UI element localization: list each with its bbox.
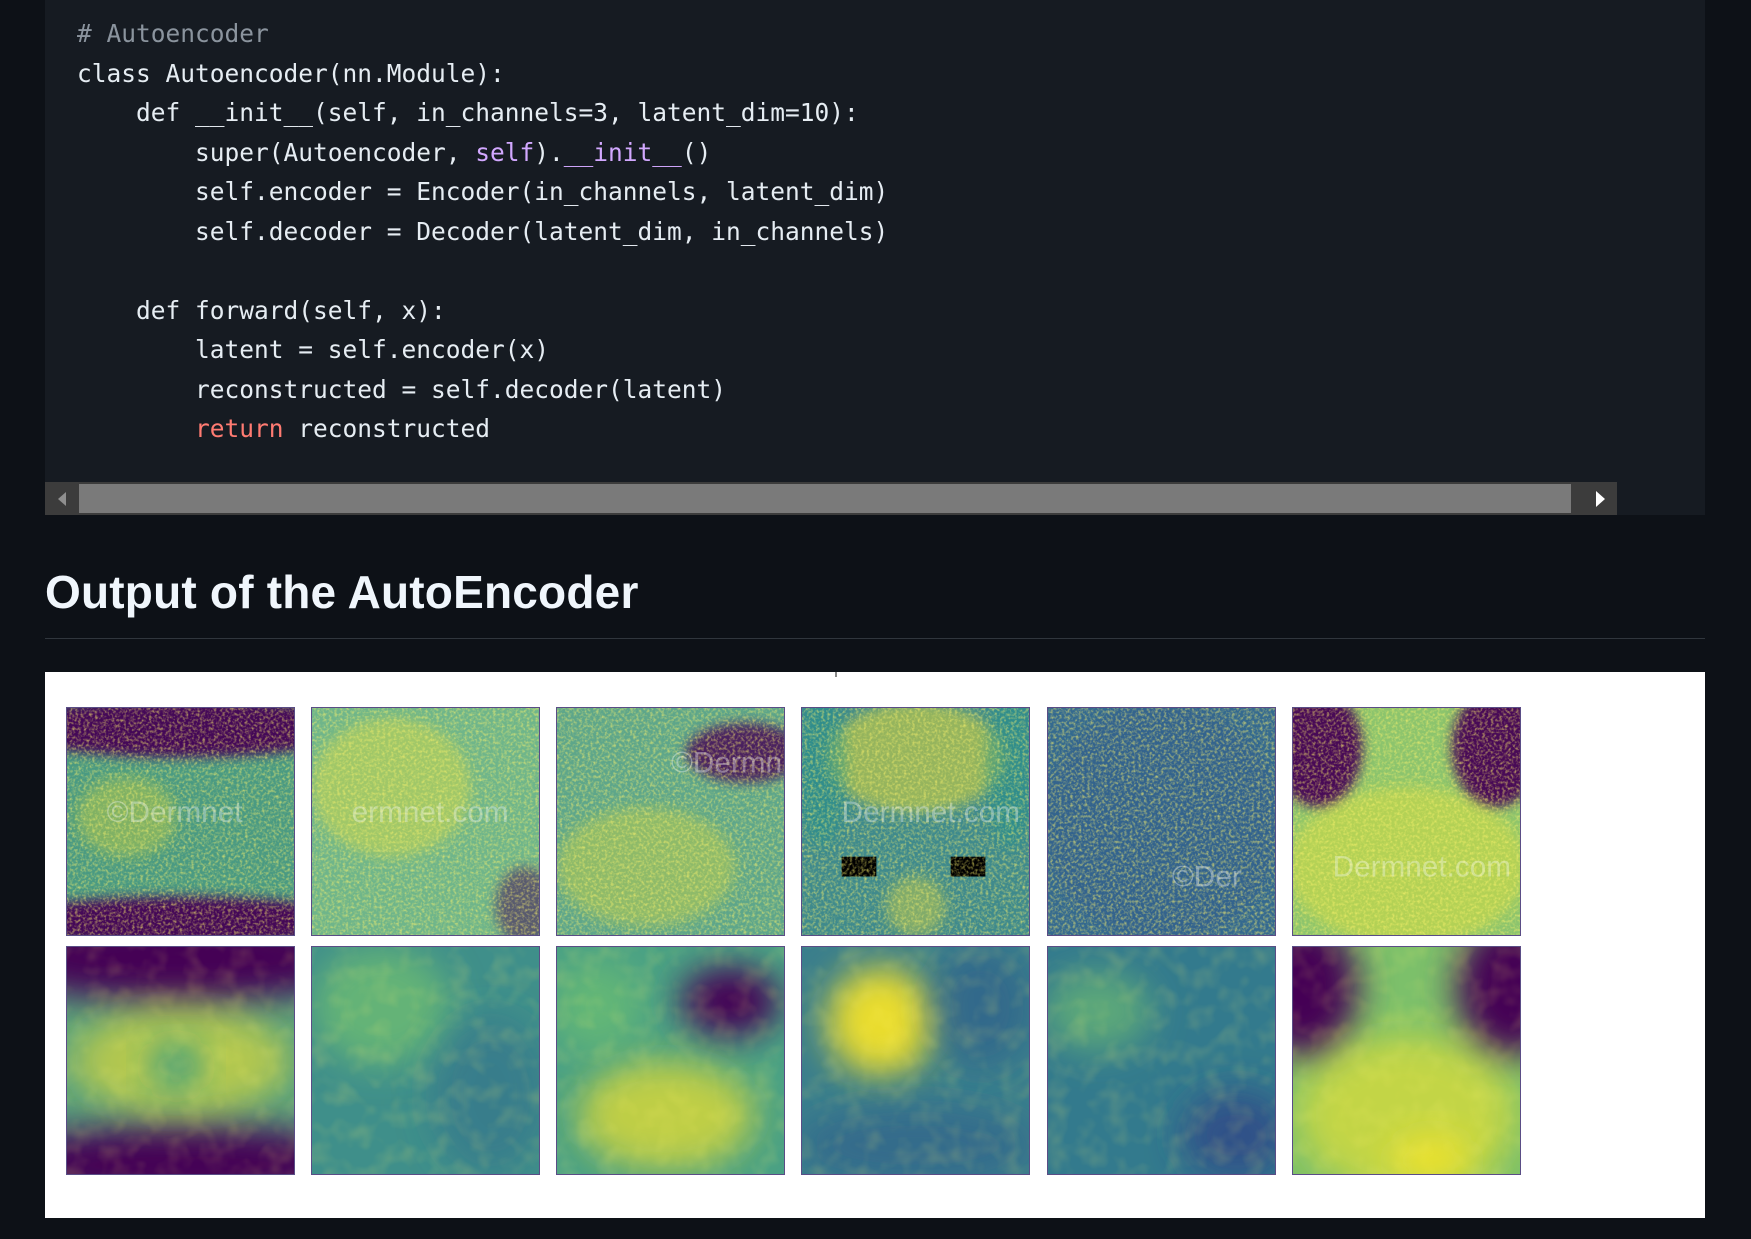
code-line: # Autoencoder (77, 14, 888, 54)
figure-tick-mark (835, 672, 837, 677)
code-block: # Autoencoder class Autoencoder(nn.Module… (45, 0, 1705, 515)
watermark-text: ©Dermnet (107, 796, 244, 829)
reconstructed-image-2 (311, 946, 540, 1175)
original-image-6: Dermnet.com (1292, 707, 1521, 936)
tile-graphic: Dermnet.com (802, 708, 1029, 935)
reconstructed-image-5 (1047, 946, 1276, 1175)
code-token-plain: () (681, 137, 712, 167)
code-token-plain: self.encoder = Encoder(in_channels, late… (77, 177, 889, 206)
reconstructed-image-4 (801, 946, 1030, 1175)
scroll-left-button[interactable] (45, 482, 79, 515)
code-token-builtin: self (475, 137, 535, 167)
watermark-text: ©Dermn (671, 746, 782, 779)
code-token-dunder: __init__ (563, 137, 682, 167)
code-token-plain: def __init__(self, in_channels=3, latent… (77, 98, 859, 127)
original-image-2: ermnet.com (311, 707, 540, 936)
tile-graphic: ©Dermn (557, 708, 784, 935)
code-token-keyword: return (195, 414, 284, 443)
tile-graphic (557, 947, 784, 1174)
code-line: self.encoder = Encoder(in_channels, late… (77, 172, 888, 212)
original-image-4: Dermnet.com (801, 707, 1030, 936)
original-image-3: ©Dermn (556, 707, 785, 936)
original-image-5: ©Der (1047, 707, 1276, 936)
tile-graphic: ©Der (1048, 708, 1275, 935)
watermark-text: Dermnet.com (1333, 851, 1511, 884)
arrow-right-icon (1595, 490, 1605, 507)
code-token-plain: self.decoder = Decoder(latent_dim, in_ch… (77, 216, 889, 246)
scrollbar-thumb[interactable] (79, 484, 1571, 513)
code-line: latent = self.encoder(x) (77, 330, 888, 370)
code-token-plain: ). (534, 137, 564, 167)
autoencoder-output-figure: ©Dermnet ermnet.com ©Dermn Dermnet.com ©Der D… (45, 672, 1705, 1218)
code-token-plain: reconstructed = self.decoder(latent) (77, 374, 727, 404)
original-image-1: ©Dermnet (66, 707, 295, 936)
reconstructed-image-6 (1292, 946, 1521, 1175)
code-line: class Autoencoder(nn.Module): (77, 54, 888, 94)
code-line: def __init__(self, in_channels=3, latent… (77, 93, 888, 133)
reconstructed-image-1 (66, 946, 295, 1175)
code-content: # Autoencoder class Autoencoder(nn.Module… (77, 14, 888, 449)
watermark-text: Dermnet.com (842, 796, 1020, 829)
reconstructed-image-3 (556, 946, 785, 1175)
code-line: return reconstructed (77, 409, 888, 449)
tile-graphic: Dermnet.com (1293, 708, 1520, 935)
code-token-plain: super(Autoencoder, (77, 137, 476, 167)
tile-graphic: ©Dermnet (67, 708, 294, 935)
horizontal-scrollbar[interactable] (45, 482, 1617, 515)
code-token-plain: class Autoencoder(nn.Module): (77, 58, 505, 88)
code-token-plain: def forward(self, x): (77, 295, 446, 325)
tile-graphic (1048, 947, 1275, 1174)
tile-graphic (1293, 947, 1520, 1174)
code-line: super(Autoencoder, self).__init__() (77, 133, 888, 173)
scroll-right-button[interactable] (1583, 482, 1617, 515)
code-line: reconstructed = self.decoder(latent) (77, 370, 888, 410)
code-line: def forward(self, x): (77, 291, 888, 331)
tile-graphic (67, 947, 294, 1174)
watermark-text: ©Der (1172, 860, 1242, 893)
tile-graphic (312, 947, 539, 1174)
section-title: Output of the AutoEncoder (45, 566, 639, 618)
code-token-plain: reconstructed (283, 414, 491, 443)
code-token-plain: latent = self.encoder(x) (77, 335, 550, 364)
arrow-left-icon (58, 491, 66, 506)
title-divider (45, 638, 1705, 639)
watermark-text: ermnet.com (352, 796, 509, 829)
code-token-comment: # Autoencoder (77, 19, 269, 48)
tile-graphic (802, 947, 1029, 1174)
code-line: self.decoder = Decoder(latent_dim, in_ch… (77, 212, 888, 252)
tile-graphic: ermnet.com (312, 708, 539, 935)
